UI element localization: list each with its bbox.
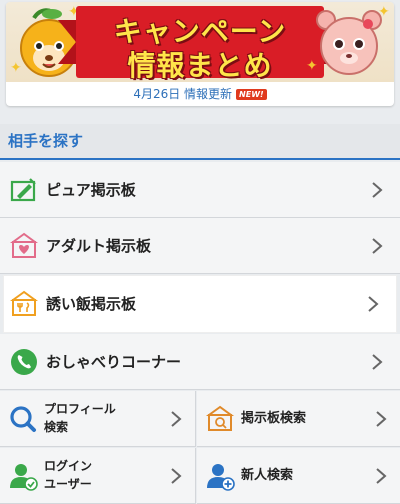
menu-item-label: 誘い飯掲示板 [46, 295, 137, 313]
chevron-right-icon [376, 411, 387, 427]
menu-item-chat-corner[interactable]: おしゃべりコーナー [0, 334, 400, 390]
menu-item-label: アダルト掲示板 [46, 237, 152, 255]
board-search-button[interactable]: 掲示板検索 [197, 391, 400, 447]
chevron-right-icon [372, 238, 383, 254]
grid-item-line2: ユーザー [44, 477, 92, 491]
grid-item-label: ログイン ユーザー [44, 457, 92, 493]
login-user-icon [10, 464, 38, 491]
menu-item-label: おしゃべりコーナー [46, 353, 182, 371]
mascot-right-icon [316, 10, 382, 75]
menu-item-adult-board[interactable]: アダルト掲示板 [0, 218, 400, 274]
profile-search-button[interactable]: プロフィール 検索 [0, 391, 196, 447]
campaign-banner[interactable]: ✦ ✦ キャンペーン 情報まとめ ✦ ✦ 4月26日 情報更新 NEW! [6, 2, 394, 106]
menu-item-meal-board[interactable]: 誘い飯掲示板 [4, 276, 396, 332]
banner-update-line: 4月26日 情報更新 NEW! [6, 82, 394, 106]
banner-art: ✦ ✦ キャンペーン 情報まとめ ✦ ✦ [6, 2, 394, 82]
chevron-right-icon [171, 411, 182, 427]
banner-ribbon: キャンペーン 情報まとめ [58, 6, 342, 82]
grid-item-label: 掲示板検索 [241, 411, 307, 426]
pure-board-icon [10, 178, 36, 202]
menu-item-label: ピュア掲示板 [46, 181, 136, 199]
new-user-icon [207, 464, 235, 491]
grid-item-line1: ログイン [44, 459, 93, 473]
search-icon [10, 406, 36, 432]
grid-item-line1: プロフィール [44, 402, 116, 416]
menu-item-pure-board[interactable]: ピュア掲示板 [0, 162, 400, 218]
chevron-right-icon [372, 182, 383, 198]
chevron-right-icon [171, 468, 182, 484]
sparkle-icon: ✦ [10, 60, 22, 76]
grid-item-line2: 検索 [44, 420, 69, 434]
section-title: 相手を探す [8, 132, 84, 150]
chevron-right-icon [368, 296, 379, 312]
update-text: 4月26日 情報更新 [133, 87, 233, 101]
meal-board-icon [10, 290, 38, 316]
section-header: 相手を探す [0, 124, 400, 160]
grid-item-label: 新人検索 [241, 468, 294, 483]
new-user-search-button[interactable]: 新人検索 [197, 448, 400, 504]
chevron-right-icon [376, 468, 387, 484]
banner-title-line2: 情報まとめ [127, 49, 273, 82]
new-badge: NEW! [236, 89, 267, 100]
grid-item-label: プロフィール 検索 [44, 400, 116, 436]
sparkle-icon: ✦ [306, 58, 318, 74]
sparkle-icon: ✦ [378, 4, 390, 20]
board-search-icon [205, 405, 235, 431]
login-user-button[interactable]: ログイン ユーザー [0, 448, 196, 504]
adult-board-icon [10, 232, 38, 258]
chevron-right-icon [372, 354, 383, 370]
phone-icon [11, 349, 37, 375]
